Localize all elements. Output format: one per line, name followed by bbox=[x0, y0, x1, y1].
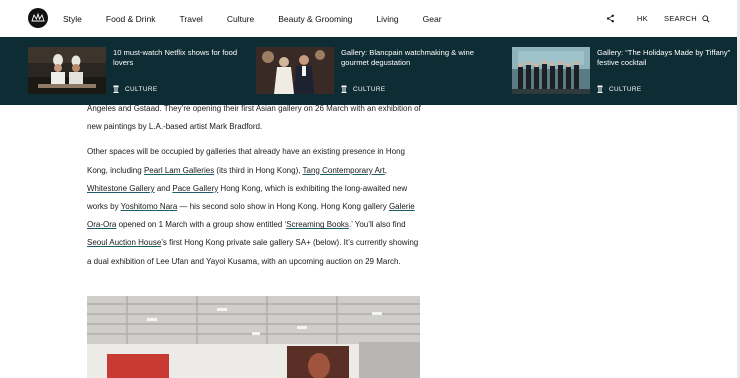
search-icon bbox=[702, 10, 710, 28]
nav-item-living[interactable]: Living bbox=[376, 14, 398, 24]
nav-item-beauty-grooming[interactable]: Beauty & Grooming bbox=[278, 14, 352, 24]
article-text: — his second solo show in Hong Kong. Hon… bbox=[177, 202, 389, 212]
featured-card-category[interactable]: CULTURE bbox=[341, 85, 386, 93]
featured-card-title[interactable]: Gallery: “The Holidays Made by Tiffany” … bbox=[597, 48, 740, 68]
article-image bbox=[87, 296, 420, 378]
featured-card[interactable]: Gallery: Blancpain watchmaking & wine go… bbox=[256, 37, 484, 105]
culture-category-icon bbox=[341, 85, 347, 93]
top-nav: Style Food & Drink Travel Culture Beauty… bbox=[0, 0, 740, 37]
article-text: , bbox=[384, 165, 388, 175]
featured-strip: 10 must-watch Netflix shows for food lov… bbox=[0, 37, 740, 105]
featured-card-category-label: CULTURE bbox=[609, 85, 642, 93]
featured-card-image bbox=[512, 47, 590, 94]
nav-item-style[interactable]: Style bbox=[63, 14, 82, 24]
article-paragraph: Other spaces will be occupied by galleri… bbox=[87, 143, 423, 270]
link-screaming-books[interactable]: Screaming Books bbox=[286, 220, 349, 229]
culture-category-icon bbox=[113, 85, 119, 93]
search-label: SEARCH bbox=[663, 14, 697, 23]
nav-item-culture[interactable]: Culture bbox=[227, 14, 254, 24]
nav-item-travel[interactable]: Travel bbox=[180, 14, 203, 24]
nav-utilities: HK SEARCH bbox=[606, 0, 710, 37]
article-text: (its third in Hong Kong), bbox=[214, 165, 303, 175]
article-text: and bbox=[154, 183, 173, 193]
link-tang-contemporary-art[interactable]: Tang Contemporary Art bbox=[303, 166, 385, 175]
featured-card-category[interactable]: CULTURE bbox=[597, 85, 642, 93]
region-selector[interactable]: HK bbox=[637, 14, 648, 23]
featured-card-category-label: CULTURE bbox=[125, 85, 158, 93]
featured-card[interactable]: Gallery: “The Holidays Made by Tiffany” … bbox=[512, 37, 740, 105]
link-pace-gallery[interactable]: Pace Gallery bbox=[172, 184, 218, 193]
nav-item-food-drink[interactable]: Food & Drink bbox=[106, 14, 156, 24]
article-text: .’ You’ll also find bbox=[348, 220, 406, 230]
link-yoshitomo-nara[interactable]: Yoshitomo Nara bbox=[121, 202, 178, 211]
featured-card-title[interactable]: 10 must-watch Netflix shows for food lov… bbox=[113, 48, 258, 68]
article-paragraph: Angeles and Gstaad. They’re opening thei… bbox=[87, 104, 421, 132]
nav-item-gear[interactable]: Gear bbox=[423, 14, 442, 24]
featured-card-category[interactable]: CULTURE bbox=[113, 85, 158, 93]
featured-card[interactable]: 10 must-watch Netflix shows for food lov… bbox=[28, 37, 256, 105]
link-pearl-lam-galleries[interactable]: Pearl Lam Galleries bbox=[144, 166, 214, 175]
article-body: Angeles and Gstaad. They’re opening thei… bbox=[87, 100, 423, 278]
share-icon[interactable] bbox=[606, 14, 615, 23]
featured-card-category-label: CULTURE bbox=[353, 85, 386, 93]
search-button[interactable]: SEARCH bbox=[664, 10, 710, 28]
culture-category-icon bbox=[597, 85, 603, 93]
link-seoul-auction-house[interactable]: Seoul Auction House bbox=[87, 238, 161, 247]
logo-icon[interactable] bbox=[28, 8, 48, 28]
featured-card-image bbox=[28, 47, 106, 94]
link-whitestone-gallery[interactable]: Whitestone Gallery bbox=[87, 184, 155, 193]
main-menu: Style Food & Drink Travel Culture Beauty… bbox=[63, 0, 466, 37]
featured-card-image bbox=[256, 47, 334, 94]
article-text: opened on 1 March with a group show enti… bbox=[116, 220, 287, 230]
featured-card-title[interactable]: Gallery: Blancpain watchmaking & wine go… bbox=[341, 48, 486, 68]
